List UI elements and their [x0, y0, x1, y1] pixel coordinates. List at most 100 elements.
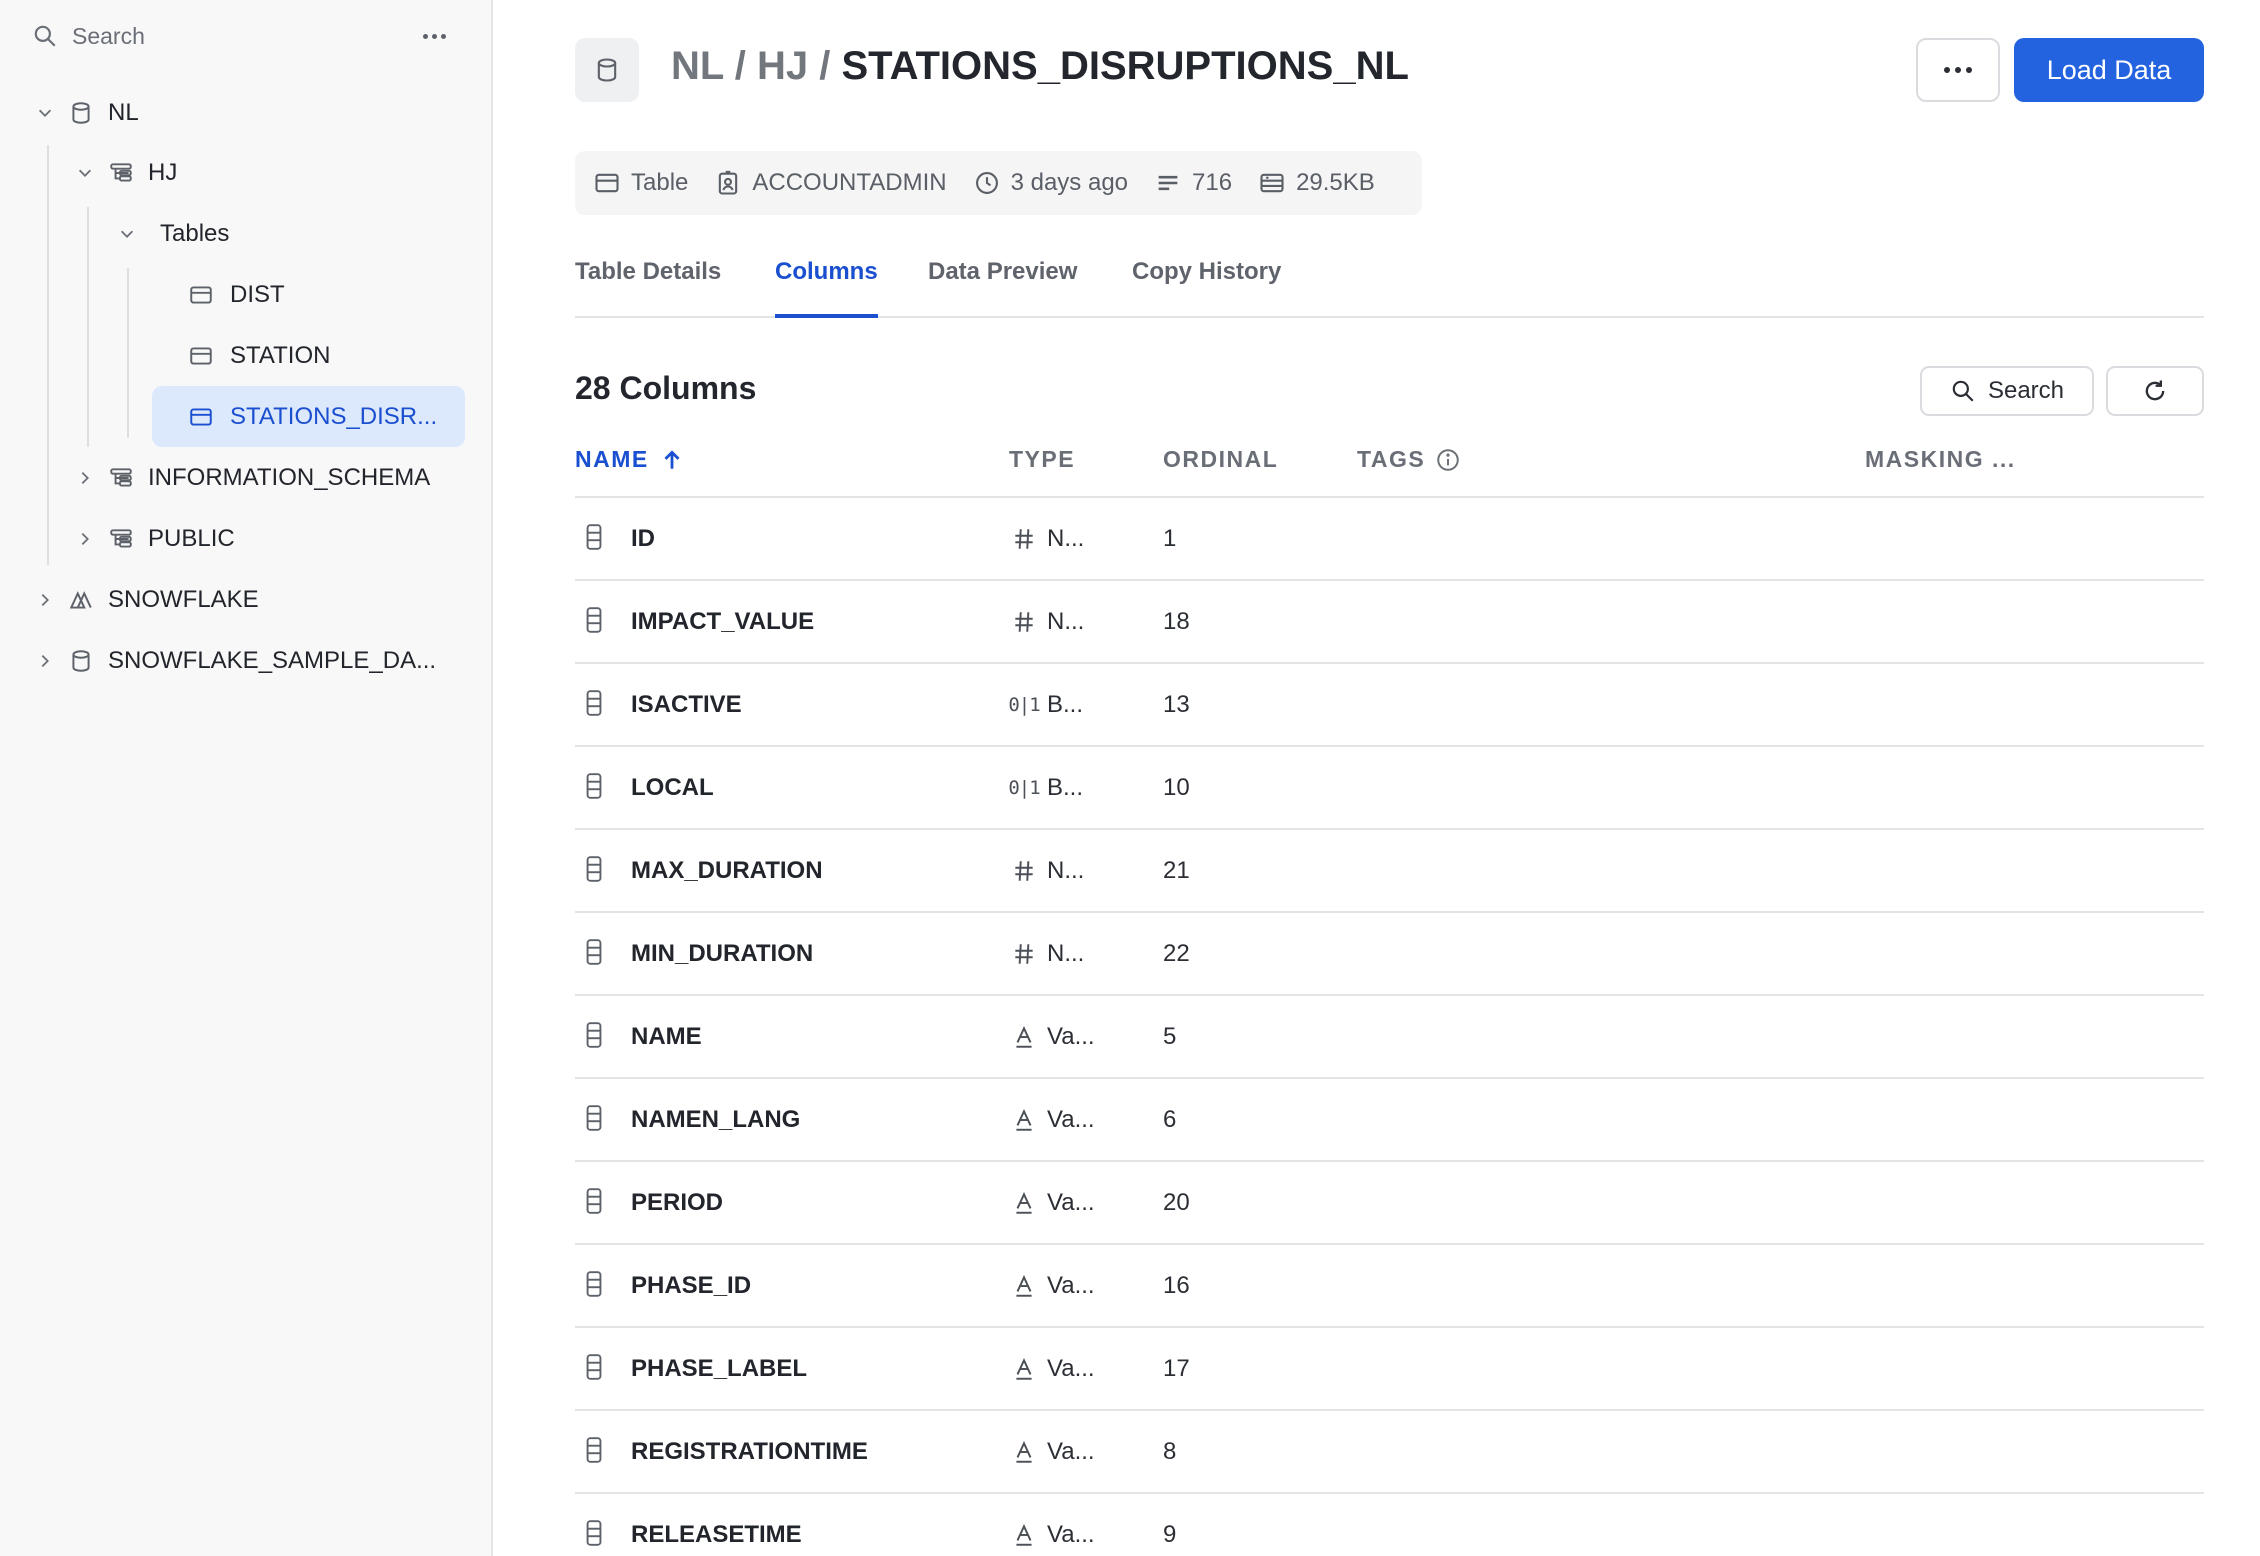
columns-search-label: Search: [1987, 377, 2065, 404]
column-header-masking[interactable]: MASKING ...: [1865, 446, 2016, 473]
column-type-label: Va...: [1047, 1521, 1095, 1548]
column-name[interactable]: MAX_DURATION: [631, 857, 823, 885]
tab-data-preview[interactable]: Data Preview: [928, 258, 1077, 316]
sidebar-more-button[interactable]: [416, 22, 452, 50]
column-name[interactable]: LOCAL: [631, 774, 714, 802]
column-type: N...: [1009, 940, 1084, 968]
column-name[interactable]: NAME: [631, 1023, 702, 1051]
chevron-right-icon[interactable]: [74, 467, 96, 489]
column-header-type[interactable]: TYPE: [1009, 446, 1075, 473]
column-icon: [586, 1437, 602, 1463]
table-row[interactable]: PERIOD Va... 20: [575, 1162, 2204, 1245]
refresh-button[interactable]: [2106, 366, 2204, 416]
column-type: 0|1 B...: [1008, 774, 1083, 802]
column-header-ordinal[interactable]: ORDINAL: [1163, 446, 1278, 473]
table-row[interactable]: NAME Va... 5: [575, 996, 2204, 1079]
meta-modified-label: 3 days ago: [1010, 169, 1129, 196]
table-row[interactable]: ID N... 1: [575, 498, 2204, 581]
column-type: 0|1 B...: [1008, 691, 1084, 719]
table-row[interactable]: IMPACT_VALUE N... 18: [575, 581, 2204, 664]
chevron-right-icon[interactable]: [34, 650, 56, 672]
column-type-label: Va...: [1047, 1106, 1095, 1133]
table-row[interactable]: PHASE_ID Va... 16: [575, 1245, 2204, 1328]
chevron-down-icon[interactable]: [74, 162, 96, 184]
sidebar-search[interactable]: Search: [32, 18, 145, 54]
table-row[interactable]: NAMEN_LANG Va... 6: [575, 1079, 2204, 1162]
load-data-button[interactable]: Load Data: [2014, 38, 2204, 102]
tree-item-snowflake[interactable]: SNOWFLAKE: [34, 572, 259, 628]
tree-item-information-schema[interactable]: INFORMATION_SCHEMA: [74, 450, 430, 506]
tab-copy-history[interactable]: Copy History: [1132, 258, 1281, 316]
column-type-label: B...: [1047, 691, 1084, 718]
sidebar-search-placeholder: Search: [72, 22, 145, 49]
tree-item-stations-disruptions[interactable]: STATIONS_DISR...: [152, 386, 465, 447]
column-ordinal: 10: [1163, 774, 1190, 801]
sort-ascending-icon: [664, 449, 680, 469]
column-name[interactable]: PHASE_ID: [631, 1272, 751, 1300]
chevron-right-icon[interactable]: [34, 589, 56, 611]
column-name[interactable]: ID: [631, 525, 655, 553]
tree-item-label: STATION: [230, 342, 331, 369]
table-row[interactable]: MAX_DURATION N... 21: [575, 830, 2204, 913]
table-row[interactable]: PHASE_LABEL Va... 17: [575, 1328, 2204, 1411]
page-title: STATIONS_DISRUPTIONS_NL: [841, 44, 1409, 88]
column-type-label: N...: [1047, 608, 1085, 635]
column-icon: [586, 773, 602, 799]
column-type: Va...: [1009, 1023, 1095, 1051]
table-row[interactable]: REGISTRATIONTIME Va... 8: [575, 1411, 2204, 1494]
table-row[interactable]: MIN_DURATION N... 22: [575, 913, 2204, 996]
column-type: N...: [1009, 525, 1084, 553]
column-name[interactable]: ISACTIVE: [631, 691, 742, 719]
tree-item-label: SNOWFLAKE: [108, 586, 259, 613]
chevron-down-icon[interactable]: [116, 223, 138, 245]
search-icon: [34, 25, 56, 47]
table-row[interactable]: RELEASETIME Va... 9: [575, 1494, 2204, 1556]
column-icon: [586, 1105, 602, 1131]
tree-item-hj[interactable]: HJ: [74, 145, 177, 201]
column-type: N...: [1009, 608, 1084, 636]
column-type-label: N...: [1047, 857, 1085, 884]
column-header-tags[interactable]: TAGS: [1357, 446, 1461, 473]
column-icon: [586, 1354, 602, 1380]
database-icon: [66, 98, 96, 128]
column-ordinal: 9: [1163, 1521, 1177, 1548]
column-type-label: N...: [1047, 940, 1085, 967]
tree-item-nl[interactable]: NL: [34, 85, 139, 141]
tree-item-dist[interactable]: DIST: [186, 267, 285, 323]
tab-table-details[interactable]: Table Details: [575, 258, 721, 316]
table-row[interactable]: ISACTIVE 0|1 B... 13: [575, 664, 2204, 747]
column-header-name[interactable]: NAME: [575, 446, 685, 473]
column-name[interactable]: MIN_DURATION: [631, 940, 813, 968]
column-icon: [586, 607, 602, 633]
number-type-icon: [1009, 526, 1039, 552]
column-name[interactable]: RELEASETIME: [631, 1521, 802, 1549]
chevron-down-icon[interactable]: [34, 102, 56, 124]
tree-item-station[interactable]: STATION: [186, 328, 330, 384]
chevron-right-icon[interactable]: [74, 528, 96, 550]
tree-item-snowflake-sample-data[interactable]: SNOWFLAKE_SAMPLE_DA...: [34, 633, 436, 689]
tree-item-tables[interactable]: Tables: [116, 206, 229, 262]
columns-count-title: 28 Columns: [575, 370, 757, 406]
meta-size-label: 29.5KB: [1296, 169, 1375, 196]
meta-owner-label: ACCOUNTADMIN: [752, 169, 947, 196]
column-name[interactable]: NAMEN_LANG: [631, 1106, 800, 1134]
table-row[interactable]: LOCAL 0|1 B... 10: [575, 747, 2204, 830]
column-type: N...: [1009, 857, 1084, 885]
column-name[interactable]: PERIOD: [631, 1189, 723, 1217]
column-name[interactable]: IMPACT_VALUE: [631, 608, 814, 636]
column-name[interactable]: PHASE_LABEL: [631, 1355, 807, 1383]
breadcrumb-database[interactable]: NL: [671, 44, 724, 88]
columns-search-button[interactable]: Search: [1920, 366, 2094, 416]
info-icon[interactable]: [1435, 447, 1461, 473]
tab-columns[interactable]: Columns: [775, 258, 878, 318]
breadcrumb-separator: /: [723, 44, 757, 88]
sidebar: Search NL HJ Tables DIST STATION STATION…: [0, 0, 493, 1556]
database-icon: [66, 646, 96, 676]
column-ordinal: 20: [1163, 1189, 1190, 1216]
breadcrumb-schema[interactable]: HJ: [757, 44, 808, 88]
tree-item-public[interactable]: PUBLIC: [74, 511, 235, 567]
column-name[interactable]: REGISTRATIONTIME: [631, 1438, 868, 1466]
table-icon: [186, 280, 216, 310]
column-ordinal: 22: [1163, 940, 1190, 967]
more-actions-button[interactable]: [1916, 38, 2000, 102]
